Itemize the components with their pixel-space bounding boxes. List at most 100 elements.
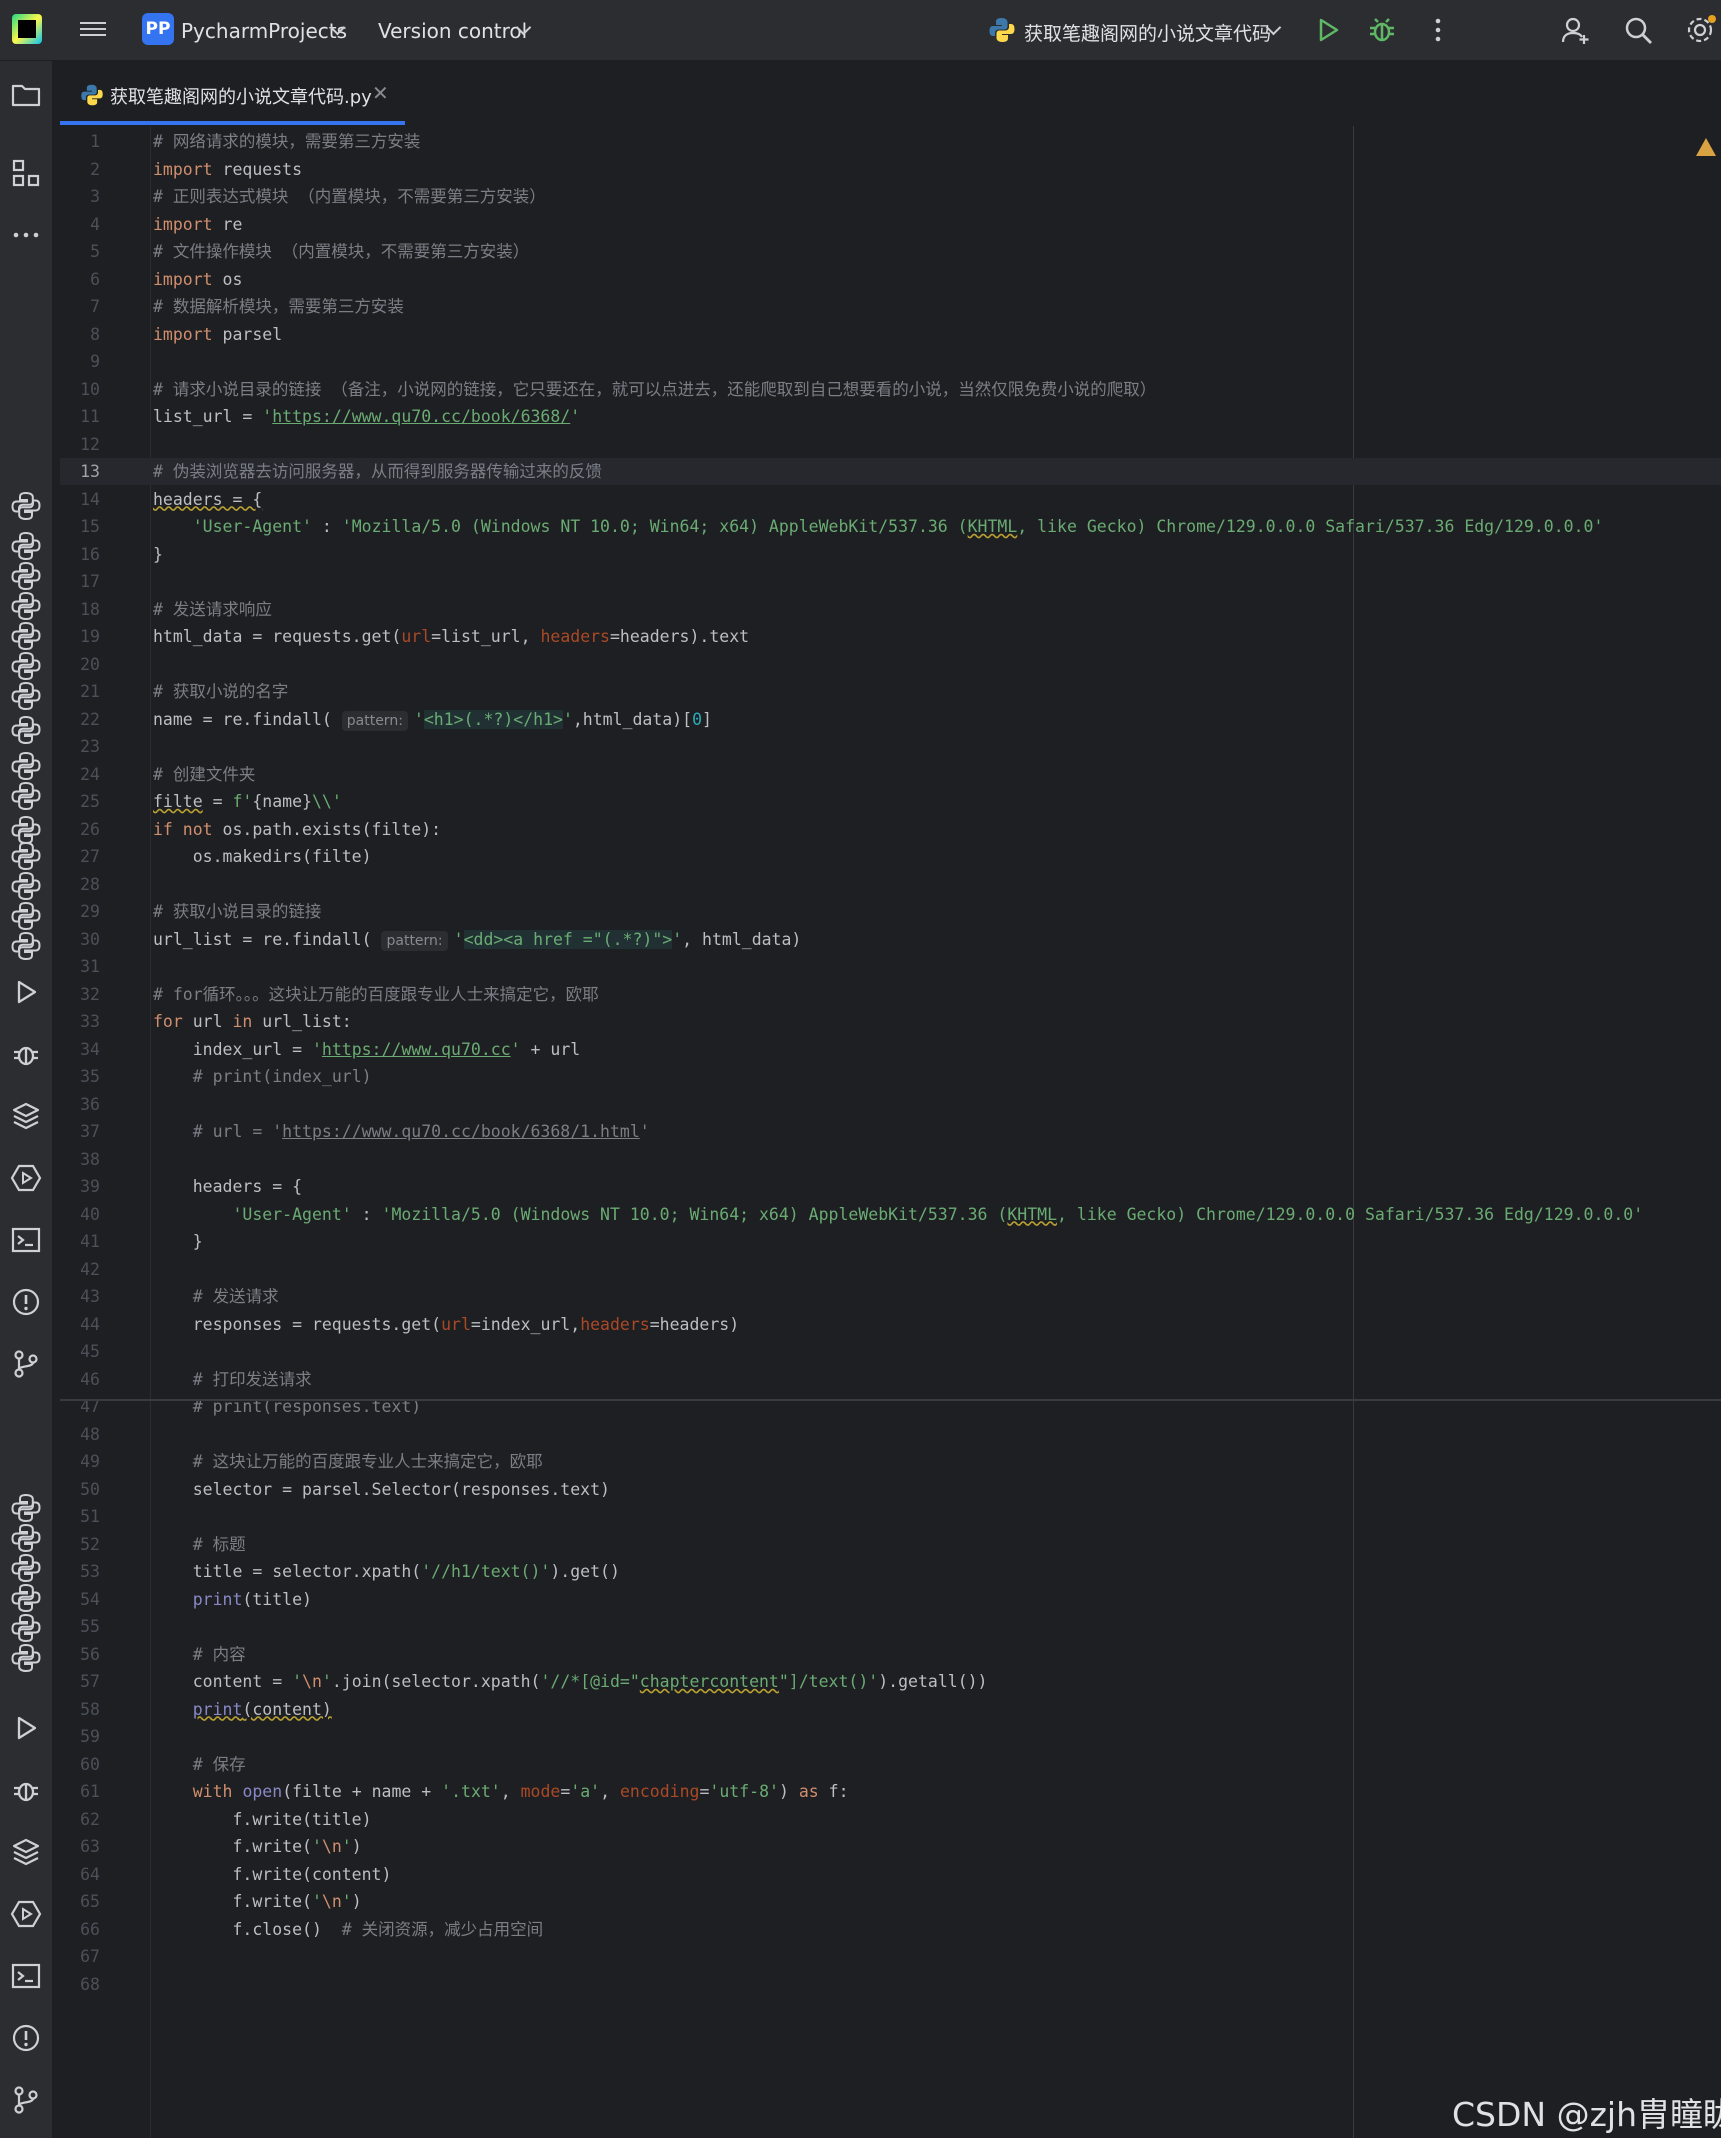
debug-icon[interactable] xyxy=(1366,14,1398,46)
code-line[interactable]: 49 # 这块让万能的百度跟专业人士来搞定它，欧耶 xyxy=(60,1448,1721,1475)
code-line[interactable]: 58 print(content) xyxy=(60,1696,1721,1723)
python-console-icon[interactable] xyxy=(10,1492,42,1524)
debug-icon[interactable] xyxy=(10,1774,42,1806)
code-line[interactable]: 31 xyxy=(60,953,1721,980)
code-line[interactable]: 2 import requests xyxy=(60,156,1721,183)
code-line[interactable]: 65 f.write('\n') xyxy=(60,1888,1721,1915)
code-line[interactable]: 24 # 创建文件夹 xyxy=(60,761,1721,788)
code-line[interactable]: 41 } xyxy=(60,1228,1721,1255)
code-line[interactable]: 10 # 请求小说目录的链接 （备注，小说网的链接，它只要还在，就可以点进去，还能… xyxy=(60,376,1721,403)
python-console-icon[interactable] xyxy=(10,750,42,782)
code-line[interactable]: 67 xyxy=(60,1943,1721,1970)
add-user-icon[interactable] xyxy=(1560,14,1592,46)
pycharm-logo-icon[interactable] xyxy=(12,14,42,44)
code-line[interactable]: 21 # 获取小说的名字 xyxy=(60,678,1721,705)
run-icon[interactable] xyxy=(10,976,42,1008)
layers-icon[interactable] xyxy=(10,1100,42,1132)
more-icon[interactable] xyxy=(10,219,42,251)
main-menu-icon[interactable] xyxy=(80,18,106,40)
debug-icon[interactable] xyxy=(10,1038,42,1070)
git-icon[interactable] xyxy=(10,1348,42,1380)
version-control-menu[interactable]: Version control xyxy=(378,19,527,43)
run-configuration[interactable]: 获取笔趣阁网的小说文章代码 xyxy=(1024,19,1271,46)
warning-icon[interactable] xyxy=(1696,138,1716,156)
code-line[interactable]: 52 # 标题 xyxy=(60,1531,1721,1558)
code-line[interactable]: 12 xyxy=(60,431,1721,458)
code-line[interactable]: 47 # print(responses.text) xyxy=(60,1393,1721,1420)
code-line[interactable]: 20 xyxy=(60,651,1721,678)
code-line[interactable]: 8 import parsel xyxy=(60,321,1721,348)
code-line[interactable]: 62 f.write(title) xyxy=(60,1806,1721,1833)
code-line[interactable]: 27 os.makedirs(filte) xyxy=(60,843,1721,870)
close-icon[interactable]: ✕ xyxy=(372,81,389,105)
code-line[interactable]: 34 index_url = 'https://www.qu70.cc' + u… xyxy=(60,1036,1721,1063)
python-console-icon[interactable] xyxy=(10,560,42,592)
code-line[interactable]: 26 if not os.path.exists(filte): xyxy=(60,816,1721,843)
code-line[interactable]: 33 for url in url_list: xyxy=(60,1008,1721,1035)
code-line[interactable]: 48 xyxy=(60,1421,1721,1448)
python-console-icon[interactable] xyxy=(10,840,42,872)
code-line[interactable]: 28 xyxy=(60,871,1721,898)
code-line[interactable]: 63 f.write('\n') xyxy=(60,1833,1721,1860)
code-line[interactable]: 16} xyxy=(60,541,1721,568)
code-line[interactable]: 36 xyxy=(60,1091,1721,1118)
settings-icon[interactable] xyxy=(1684,14,1716,46)
code-line[interactable]: 38 xyxy=(60,1146,1721,1173)
git-icon[interactable] xyxy=(10,2084,42,2116)
python-console-icon[interactable] xyxy=(10,780,42,812)
code-line[interactable]: 57 content = '\n'.join(selector.xpath('/… xyxy=(60,1668,1721,1695)
code-line[interactable]: 51 xyxy=(60,1503,1721,1530)
code-line[interactable]: 40 'User-Agent' : 'Mozilla/5.0 (Windows … xyxy=(60,1201,1721,1228)
python-console-icon[interactable] xyxy=(10,530,42,562)
code-line[interactable]: 1 # 网络请求的模块，需要第三方安装 xyxy=(60,128,1721,155)
python-console-icon[interactable] xyxy=(10,1642,42,1674)
code-line[interactable]: 15 'User-Agent' : 'Mozilla/5.0 (Windows … xyxy=(60,513,1721,540)
code-line[interactable]: 22 name = re.findall( pattern: '<h1>(.*?)<… xyxy=(60,706,1721,733)
code-line[interactable]: 18 # 发送请求响应 xyxy=(60,596,1721,623)
project-folder-icon[interactable] xyxy=(10,79,42,111)
code-line[interactable]: 9 xyxy=(60,348,1721,375)
code-line[interactable]: 66 f.close() # 关闭资源，减少占用空间 xyxy=(60,1916,1721,1943)
code-line[interactable]: 14 headers = { xyxy=(60,486,1721,513)
code-line[interactable]: 19 html_data = requests.get(url=list_url,… xyxy=(60,623,1721,650)
editor-tab[interactable]: 获取笔趣阁网的小说文章代码.py ✕ xyxy=(60,61,405,125)
code-line[interactable]: 60 # 保存 xyxy=(60,1751,1721,1778)
search-icon[interactable] xyxy=(1622,14,1654,46)
python-console-icon[interactable] xyxy=(10,1582,42,1614)
project-name[interactable]: PycharmProjects xyxy=(181,19,347,43)
code-line[interactable]: 42 xyxy=(60,1256,1721,1283)
code-line[interactable]: 7 # 数据解析模块，需要第三方安装 xyxy=(60,293,1721,320)
code-line[interactable]: 61 with open(filte + name + '.txt', mode… xyxy=(60,1778,1721,1805)
code-line[interactable]: 55 xyxy=(60,1613,1721,1640)
code-line[interactable]: 6 import os xyxy=(60,266,1721,293)
code-line[interactable]: 53 title = selector.xpath('//h1/text()')… xyxy=(60,1558,1721,1585)
python-console-icon[interactable] xyxy=(10,1552,42,1584)
code-line[interactable]: 56 # 内容 xyxy=(60,1641,1721,1668)
code-line[interactable]: 32 # for循环。。。这块让万能的百度跟专业人士来搞定它，欧耶 xyxy=(60,981,1721,1008)
more-actions-icon[interactable] xyxy=(1422,14,1454,46)
python-console-icon[interactable] xyxy=(10,900,42,932)
problems-icon[interactable] xyxy=(10,2022,42,2054)
code-line[interactable]: 64 f.write(content) xyxy=(60,1861,1721,1888)
code-line[interactable]: 11 list_url = 'https://www.qu70.cc/book/6… xyxy=(60,403,1721,430)
terminal-icon[interactable] xyxy=(10,1960,42,1992)
code-line[interactable]: 5 # 文件操作模块 （内置模块，不需要第三方安装） xyxy=(60,238,1721,265)
code-line[interactable]: 46 # 打印发送请求 xyxy=(60,1366,1721,1393)
code-line[interactable]: 30 url_list = re.findall( pattern: '<dd><a… xyxy=(60,926,1721,953)
code-line[interactable]: 39 headers = { xyxy=(60,1173,1721,1200)
python-console-icon[interactable] xyxy=(10,714,42,746)
python-console-icon[interactable] xyxy=(10,870,42,902)
editor-split-divider[interactable] xyxy=(60,1399,1721,1401)
code-editor[interactable]: 1 # 网络请求的模块，需要第三方安装 2 import requests 3 # 正则表… xyxy=(60,126,1721,2138)
code-line[interactable]: 23 xyxy=(60,733,1721,760)
python-console-icon[interactable] xyxy=(10,680,42,712)
code-line[interactable]: 4 import re xyxy=(60,211,1721,238)
layers-icon[interactable] xyxy=(10,1836,42,1868)
python-console-icon[interactable] xyxy=(10,1522,42,1554)
code-line[interactable]: 3 # 正则表达式模块 （内置模块，不需要第三方安装） xyxy=(60,183,1721,210)
services-icon[interactable] xyxy=(10,1162,42,1194)
python-console-icon[interactable] xyxy=(10,620,42,652)
python-console-icon[interactable] xyxy=(10,590,42,622)
code-line[interactable]: 25 filte = f'{name}\\' xyxy=(60,788,1721,815)
services-icon[interactable] xyxy=(10,1898,42,1930)
